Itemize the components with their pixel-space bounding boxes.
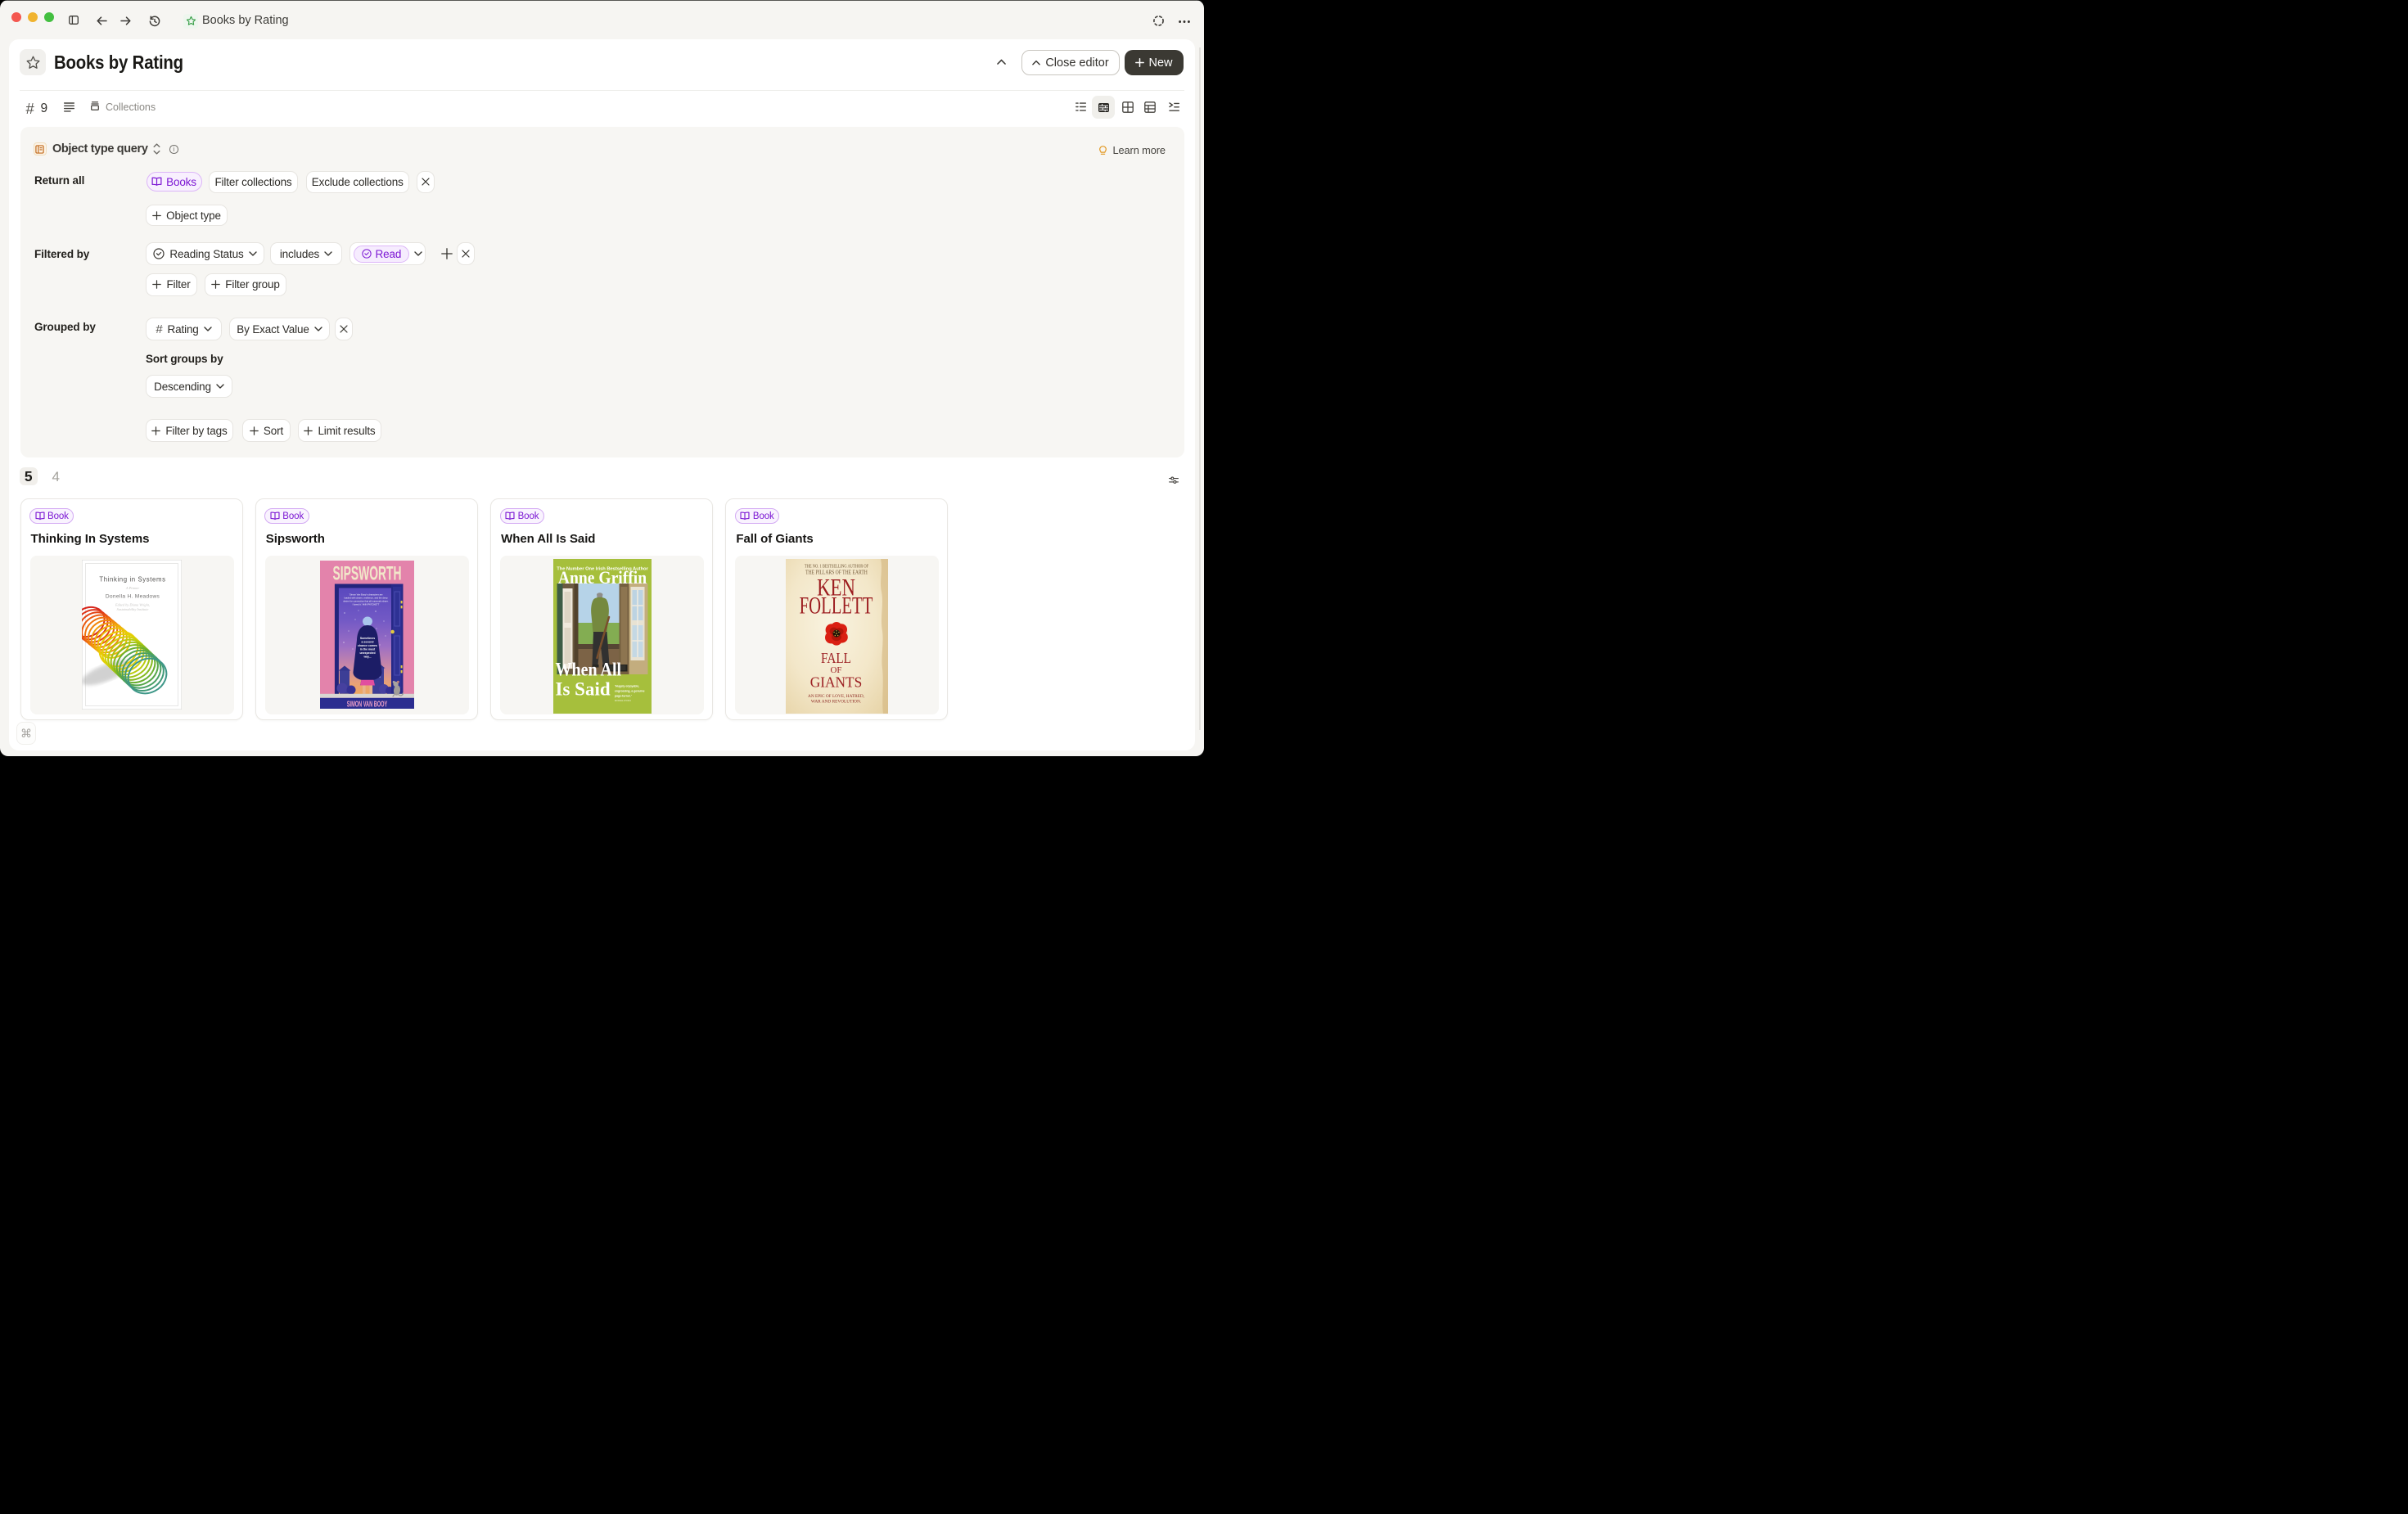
svg-text:a second: a second (361, 640, 373, 643)
svg-text:Donella H. Meadows: Donella H. Meadows (106, 593, 160, 599)
svg-text:way...: way... (363, 655, 371, 658)
svg-text:THE NO. 1 BESTSELLING AUTHOR O: THE NO. 1 BESTSELLING AUTHOR OF (805, 564, 868, 570)
svg-text:GIANTS: GIANTS (810, 674, 863, 690)
svg-text:FALL: FALL (821, 650, 851, 666)
svg-text:desire for connection that all: desire for connection that all mammals s… (343, 599, 389, 602)
svg-text:chance comes: chance comes (358, 644, 377, 647)
svg-text:SIMON VAN BOOY: SIMON VAN BOOY (347, 700, 388, 709)
svg-text:‘Simon Van Booy’s characters a: ‘Simon Van Booy’s characters are (349, 593, 383, 596)
svg-text:FOLLETT: FOLLETT (800, 592, 873, 620)
svg-text:Sustainability Institute: Sustainability Institute (117, 607, 149, 611)
svg-text:page-turner.’: page-turner.’ (615, 694, 632, 697)
svg-text:Is Said: Is Said (555, 679, 610, 700)
svg-text:engrossing, a genuine: engrossing, a genuine (615, 689, 645, 692)
svg-text:loaded with charm, resilience,: loaded with charm, resilience, and the d… (344, 596, 388, 599)
svg-text:When All: When All (555, 659, 621, 680)
svg-text:WAR AND REVOLUTION.: WAR AND REVOLUTION. (811, 699, 861, 704)
svg-text:DONAL RYAN: DONAL RYAN (615, 699, 631, 702)
svg-text:in the most: in the most (360, 647, 376, 651)
svg-text:SIPSWORTH: SIPSWORTH (332, 562, 401, 584)
svg-text:AN EPIC OF LOVE, HATRED,: AN EPIC OF LOVE, HATRED, (808, 694, 865, 699)
svg-text:‘Hugely enjoyable,: ‘Hugely enjoyable, (615, 684, 639, 687)
svg-text:A Primer: A Primer (125, 586, 139, 590)
svg-text:Sometimes: Sometimes (360, 637, 375, 640)
svg-text:I loved it.’ ANN PATCHETT: I loved it.’ ANN PATCHETT (352, 602, 379, 606)
svg-text:unexpected: unexpected (359, 651, 375, 655)
svg-text:Thinking in Systems: Thinking in Systems (99, 575, 165, 583)
